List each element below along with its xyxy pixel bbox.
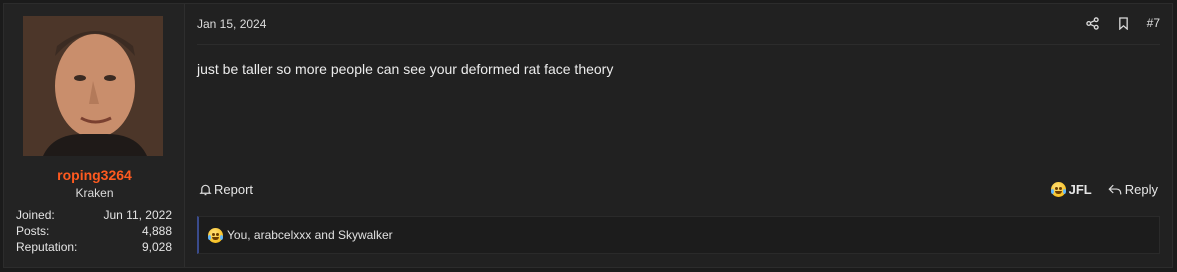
post-number[interactable]: #7 xyxy=(1147,16,1160,30)
stat-joined: Joined: Jun 11, 2022 xyxy=(16,207,172,223)
stat-posts: Posts: 4,888 xyxy=(16,223,172,239)
bookmark-icon[interactable] xyxy=(1116,15,1132,31)
avatar[interactable] xyxy=(23,16,163,156)
user-title: Kraken xyxy=(75,186,114,200)
reactions-summary[interactable]: You, arabcelxxx and Skywalker xyxy=(227,228,393,242)
post-date[interactable]: Jan 15, 2024 xyxy=(197,17,266,31)
crying-laughing-icon xyxy=(208,227,223,243)
post-footer-actions: JFL Reply xyxy=(1050,182,1158,197)
stat-reputation: Reputation: 9,028 xyxy=(16,239,172,255)
crying-laughing-icon xyxy=(1050,182,1066,197)
share-icon[interactable] xyxy=(1085,15,1101,31)
forum-post: roping3264 Kraken Joined: Jun 11, 2022 P… xyxy=(3,3,1173,268)
stat-value: Jun 11, 2022 xyxy=(103,208,172,222)
reply-button[interactable]: Reply xyxy=(1108,182,1158,197)
post-main: Jan 15, 2024 #7 just be taller so more p… xyxy=(185,4,1172,267)
header-divider xyxy=(197,44,1160,45)
user-stats: Joined: Jun 11, 2022 Posts: 4,888 Reputa… xyxy=(16,207,172,255)
post-body: just be taller so more people can see yo… xyxy=(197,61,614,77)
stat-label: Reputation: xyxy=(16,240,78,254)
bell-icon xyxy=(199,184,212,196)
stat-value: 9,028 xyxy=(141,240,172,254)
reply-label: Reply xyxy=(1124,182,1158,197)
report-button[interactable]: Report xyxy=(199,182,253,197)
react-label: JFL xyxy=(1068,182,1092,197)
stat-label: Joined: xyxy=(16,208,55,222)
stat-value: 4,888 xyxy=(141,224,172,238)
user-info-pane: roping3264 Kraken Joined: Jun 11, 2022 P… xyxy=(4,4,185,267)
report-label: Report xyxy=(214,182,254,197)
react-button[interactable]: JFL xyxy=(1050,182,1092,197)
reply-icon xyxy=(1108,184,1122,195)
post-header-actions: #7 xyxy=(1085,15,1160,31)
stat-label: Posts: xyxy=(16,224,50,238)
avatar-image xyxy=(23,16,163,156)
reactions-bar[interactable]: You, arabcelxxx and Skywalker xyxy=(197,216,1160,254)
username[interactable]: roping3264 xyxy=(4,167,185,183)
